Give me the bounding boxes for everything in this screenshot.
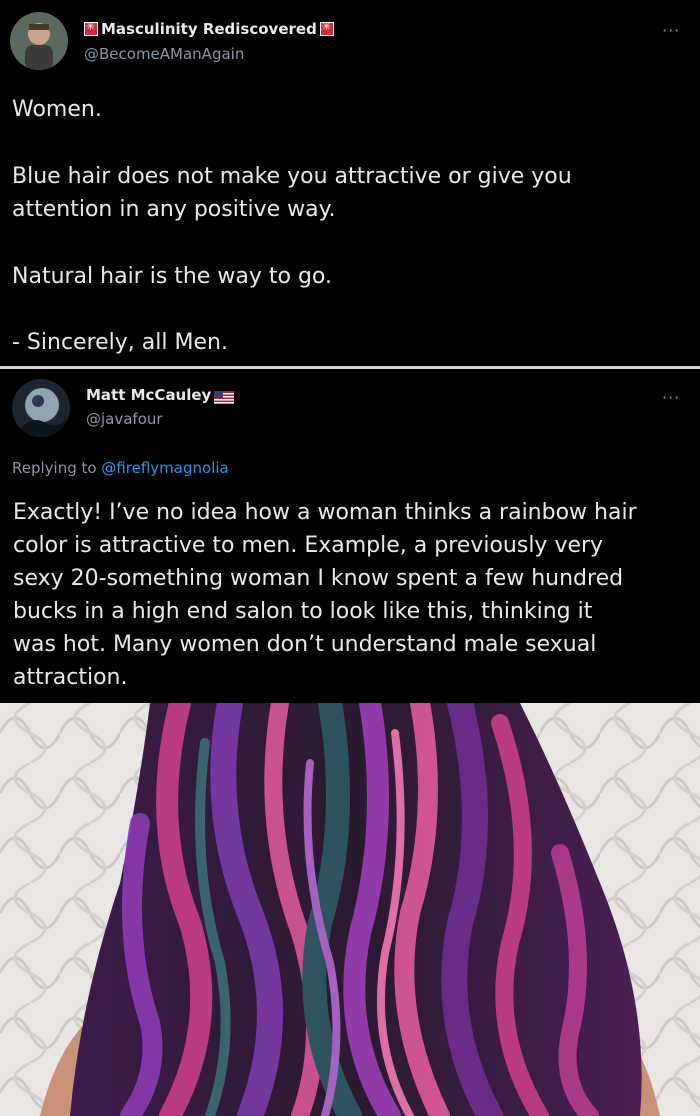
red-emoji-icon — [84, 20, 98, 36]
replying-to: Replying to @fireflymagnolia — [12, 459, 229, 477]
tweet-text-line: bucks in a high end salon to look like t… — [13, 599, 593, 624]
more-icon[interactable]: ··· — [662, 23, 680, 39]
tweet-text-line: color is attractive to men. Example, a p… — [13, 533, 604, 558]
user-name-row[interactable]: Matt McCauley — [86, 386, 235, 404]
tweet-original: Masculinity Rediscovered @BecomeAManAgai… — [0, 0, 700, 366]
tweet-reply: Matt McCauley @javafour ··· Replying to … — [0, 369, 700, 703]
tweet-text-line: attraction. — [13, 665, 128, 690]
avatar[interactable] — [12, 379, 70, 437]
tweet-text-line: sexy 20-something woman I know spent a f… — [13, 566, 624, 591]
tweet-text-line: was hot. Many women don’t understand mal… — [13, 632, 597, 657]
red-emoji-icon — [319, 20, 334, 36]
tweet-text-line: - Sincerely, all Men. — [12, 330, 228, 355]
avatar[interactable] — [10, 12, 68, 70]
us-flag-icon — [214, 389, 235, 404]
tweet-photo[interactable] — [0, 703, 700, 1116]
tweet-text-line: Natural hair is the way to go. — [12, 264, 332, 289]
user-name-row[interactable]: Masculinity Rediscovered — [84, 20, 334, 38]
more-icon[interactable]: ··· — [662, 390, 680, 406]
display-name[interactable]: Masculinity Rediscovered — [101, 20, 317, 38]
display-name[interactable]: Matt McCauley — [86, 386, 211, 404]
reply-to-link[interactable]: @fireflymagnolia — [101, 459, 228, 477]
reply-prefix: Replying to — [12, 459, 102, 477]
tweet-text-line: Women. — [12, 97, 102, 122]
user-handle[interactable]: @javafour — [86, 410, 163, 428]
tweet-text-line: attention in any positive way. — [12, 197, 336, 222]
user-handle[interactable]: @BecomeAManAgain — [84, 45, 244, 63]
tweet-text-line: Exactly! I’ve no idea how a woman thinks… — [13, 500, 637, 525]
tweet-text-line: Blue hair does not make you attractive o… — [12, 164, 572, 189]
